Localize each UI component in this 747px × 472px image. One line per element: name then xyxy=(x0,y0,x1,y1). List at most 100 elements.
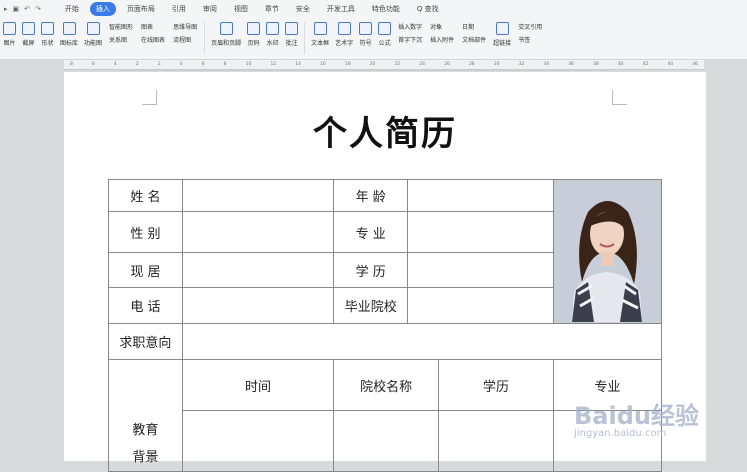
ruler-tick: 6 xyxy=(201,62,205,67)
horizontal-ruler[interactable]: 8 6 4 2 2 4 6 8 10 12 14 16 18 20 22 24 26 28 30 32 34 36 38 40… xyxy=(64,60,704,70)
online-chart-button[interactable]: 在线图表 xyxy=(141,35,165,44)
tab-view[interactable]: 视图 xyxy=(228,2,254,16)
ruler-tick: 32 xyxy=(518,62,525,67)
page-number-button[interactable]: 页码 xyxy=(247,22,261,47)
document-parts-button[interactable]: 文档部件 xyxy=(462,35,486,44)
age-value-cell[interactable] xyxy=(407,179,554,212)
relation-chart-button[interactable]: 关系图 xyxy=(109,35,133,44)
symbol-button[interactable]: 符号 xyxy=(359,22,373,47)
gender-value-cell[interactable] xyxy=(181,211,335,253)
attachment-button[interactable]: 插入附件 xyxy=(430,35,454,44)
ruler-tick: 16 xyxy=(320,62,326,67)
education-header-school-group: 院校名称 学历 xyxy=(333,359,554,411)
paperclip-icon xyxy=(495,22,509,35)
tab-review[interactable]: 审阅 xyxy=(197,2,223,16)
flowchart-button[interactable]: 流程图 xyxy=(173,35,197,44)
date-button[interactable]: 日期 xyxy=(462,22,486,31)
residence-value-cell[interactable] xyxy=(181,252,335,288)
gender-label: 性 别 xyxy=(108,211,183,253)
pi-icon xyxy=(378,22,392,35)
ruler-tick: 28 xyxy=(468,62,475,67)
shapes-button[interactable]: 形状 xyxy=(41,22,54,47)
textbox-icon xyxy=(313,22,327,35)
school-value-cell[interactable] xyxy=(407,287,554,324)
tab-references[interactable]: 引用 xyxy=(166,2,192,16)
mindmap-button[interactable]: 思维导图 xyxy=(173,22,197,31)
save-icon[interactable]: ▣ xyxy=(13,5,20,13)
object-group: 对象 插入附件 xyxy=(430,22,454,44)
wordart-button[interactable]: 艺术字 xyxy=(335,22,353,47)
object-button[interactable]: 对象 xyxy=(430,22,454,31)
school-label: 毕业院校 xyxy=(333,287,409,324)
crop-mark xyxy=(142,90,157,105)
dropcap-group: 插入数字 首字下沉 xyxy=(398,22,422,44)
education-header-time: 时间 xyxy=(181,359,335,411)
education-degree-cell[interactable] xyxy=(439,411,553,471)
tab-security[interactable]: 安全 xyxy=(290,2,316,16)
resume-title: 个人简历 xyxy=(313,114,457,154)
education-header-school: 院校名称 xyxy=(334,360,439,410)
function-chart-icon xyxy=(86,22,100,35)
comment-button[interactable]: 批注 xyxy=(285,22,299,47)
ruler-tick: 8 xyxy=(223,62,227,67)
smart-graphic-button[interactable]: 智能图形 xyxy=(109,22,133,31)
watermark-button[interactable]: 水印 xyxy=(266,22,280,47)
education-header-degree: 学历 xyxy=(482,379,509,395)
quick-access-toolbar: ▸ ▣ ↶ ↷ xyxy=(0,5,41,13)
watermark-icon xyxy=(266,22,280,35)
table-row: 姓 名 年 龄 xyxy=(108,179,663,324)
profile-photo[interactable] xyxy=(552,179,663,324)
degree-label: 学 历 xyxy=(333,252,409,288)
education-time-cell[interactable] xyxy=(181,410,335,472)
tab-section[interactable]: 章节 xyxy=(259,2,285,16)
ruler-tick: 14 xyxy=(295,62,301,67)
cross-reference-button[interactable]: 交叉引用 xyxy=(518,22,542,31)
search-command[interactable]: Q 查找 xyxy=(411,2,445,16)
bookmark-button[interactable]: 书签 xyxy=(518,35,542,44)
baidu-watermark-url: jingyan.baidu.com xyxy=(574,428,667,439)
degree-value-cell[interactable] xyxy=(407,252,554,288)
name-value-cell[interactable] xyxy=(181,179,335,212)
residence-label: 现 居 xyxy=(108,252,183,288)
ruler-tick: 36 xyxy=(568,62,574,67)
insert-number-button[interactable]: 插入数字 xyxy=(398,22,422,31)
icon-library-button[interactable]: 图标库 xyxy=(60,22,78,47)
bookmark-group: 交叉引用 书签 xyxy=(518,22,542,44)
ribbon-divider xyxy=(304,22,306,54)
objective-label: 求职意向 xyxy=(108,323,183,360)
header-footer-icon xyxy=(219,22,233,35)
ruler-tick: 4 xyxy=(179,62,183,67)
ruler-tick: 18 xyxy=(344,62,351,67)
ruler-tick: 6 xyxy=(91,62,95,67)
function-chart-button[interactable]: 功能图 xyxy=(84,22,102,47)
page-number-icon xyxy=(247,22,261,35)
insert-picture-button[interactable]: 图片 xyxy=(3,22,16,47)
app-menu-icon[interactable]: ▸ xyxy=(4,5,8,13)
phone-label: 电 话 xyxy=(108,287,183,324)
hyperlink-button[interactable]: 超链接 xyxy=(493,22,511,47)
education-school-cell[interactable] xyxy=(334,411,439,471)
objective-value-cell[interactable] xyxy=(181,323,663,360)
tab-page-layout[interactable]: 页面布局 xyxy=(121,2,161,16)
phone-value-cell[interactable] xyxy=(181,287,335,324)
tab-developer[interactable]: 开发工具 xyxy=(321,2,361,16)
screenshot-button[interactable]: 截屏 xyxy=(22,22,35,47)
tab-features[interactable]: 特色功能 xyxy=(366,2,406,16)
age-label: 年 龄 xyxy=(333,179,409,212)
dropcap-button[interactable]: 首字下沉 xyxy=(398,35,422,44)
chart-button[interactable]: 图表 xyxy=(141,22,165,31)
ruler-tick: 4 xyxy=(113,62,117,67)
textbox-button[interactable]: 文本框 xyxy=(311,22,329,47)
tab-insert[interactable]: 插入 xyxy=(89,2,116,16)
major-value-cell[interactable] xyxy=(407,211,554,253)
ruler-tick: 22 xyxy=(394,62,401,67)
ruler-tick: 42 xyxy=(642,62,649,67)
formula-button[interactable]: 公式 xyxy=(378,22,392,47)
redo-icon[interactable]: ↷ xyxy=(35,5,41,13)
ruler-tick: 34 xyxy=(543,62,550,67)
ruler-tick: 2 xyxy=(157,62,161,67)
undo-icon[interactable]: ↶ xyxy=(24,5,30,13)
header-footer-button[interactable]: 页眉和页脚 xyxy=(211,22,241,47)
tab-home[interactable]: 开始 xyxy=(59,2,85,16)
ruler-tick: 46 xyxy=(692,62,698,67)
